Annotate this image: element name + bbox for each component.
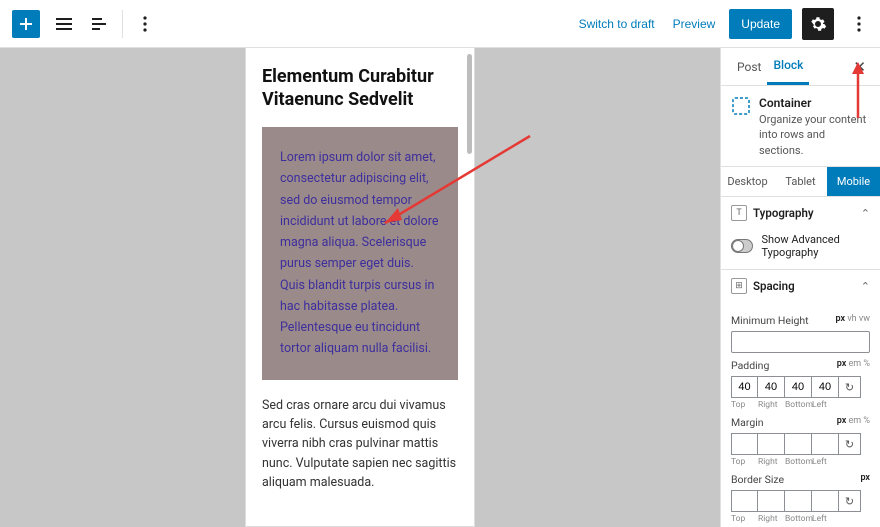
close-sidebar-button[interactable]: ✕ <box>849 54 870 80</box>
padding-left-input[interactable] <box>812 376 839 398</box>
advanced-typography-row: Show Advanced Typography <box>721 229 880 269</box>
lines-icon <box>55 17 73 31</box>
more-menu-button[interactable] <box>844 8 874 40</box>
margin-right-input[interactable] <box>758 433 785 455</box>
page-headline[interactable]: Elementum Curabitur Vitaenunc Sedvelit <box>262 66 458 111</box>
device-desktop[interactable]: Desktop <box>721 167 774 196</box>
padding-right-input[interactable] <box>758 376 785 398</box>
device-mobile[interactable]: Mobile <box>827 167 880 196</box>
padding-reset-button[interactable]: ↻ <box>839 376 861 398</box>
margin-inputs: ↻ <box>731 433 870 455</box>
gear-icon <box>809 15 827 33</box>
padding-label: Padding <box>731 359 769 372</box>
top-toolbar: Switch to draft Preview Update <box>0 0 880 48</box>
toolbar-right: Switch to draft Preview Update <box>575 8 874 40</box>
border-size-label: Border Size <box>731 473 784 486</box>
container-icon <box>731 96 751 116</box>
panel-typography-head[interactable]: T Typography ⌃ <box>721 197 880 229</box>
margin-bottom-input[interactable] <box>785 433 812 455</box>
block-header: Container Organize your content into row… <box>721 86 880 166</box>
device-tablet[interactable]: Tablet <box>774 167 827 196</box>
outline-button[interactable] <box>82 6 118 42</box>
margin-reset-button[interactable]: ↻ <box>839 433 861 455</box>
workspace: Elementum Curabitur Vitaenunc Sedvelit L… <box>0 48 880 527</box>
border-size-units[interactable]: px <box>860 473 870 486</box>
min-height-input[interactable] <box>731 331 870 353</box>
list-view-button[interactable] <box>46 6 82 42</box>
device-tabs: Desktop Tablet Mobile <box>721 166 880 197</box>
preview-button[interactable]: Preview <box>669 11 720 37</box>
panel-spacing-body: Minimum Height px vh vw Padding px em % … <box>721 302 880 527</box>
min-height-label: Minimum Height <box>731 314 809 327</box>
spacing-icon: ⊞ <box>731 278 747 294</box>
outline-icon <box>91 17 109 31</box>
container-text: Lorem ipsum dolor sit amet, consectetur … <box>280 147 440 360</box>
padding-bottom-input[interactable] <box>785 376 812 398</box>
block-name: Container <box>759 96 870 110</box>
typography-icon: T <box>731 205 747 221</box>
tab-block[interactable]: Block <box>767 48 809 85</box>
toolbar-left <box>6 6 163 42</box>
padding-top-input[interactable] <box>731 376 758 398</box>
sidebar-tabs: Post Block ✕ <box>721 48 880 86</box>
padding-inputs: ↻ <box>731 376 870 398</box>
mobile-preview[interactable]: Elementum Curabitur Vitaenunc Sedvelit L… <box>245 48 475 527</box>
min-height-units[interactable]: px vh vw <box>836 314 870 327</box>
advanced-typography-label: Show Advanced Typography <box>761 233 870 259</box>
plus-icon <box>18 16 34 32</box>
add-block-button[interactable] <box>12 10 40 38</box>
container-block[interactable]: Lorem ipsum dolor sit amet, consectetur … <box>262 127 458 380</box>
settings-sidebar: Post Block ✕ Container Organize your con… <box>720 48 880 527</box>
switch-draft-button[interactable]: Switch to draft <box>575 11 659 37</box>
more-tools-button[interactable] <box>127 6 163 42</box>
padding-units[interactable]: px em % <box>837 359 870 372</box>
separator <box>122 10 123 38</box>
settings-button[interactable] <box>802 8 834 40</box>
scrollbar-thumb[interactable] <box>467 54 472 154</box>
panel-typography: T Typography ⌃ Show Advanced Typography <box>721 197 880 270</box>
tab-post[interactable]: Post <box>731 50 767 84</box>
panel-typography-title: Typography <box>753 206 855 220</box>
border-top-input[interactable] <box>731 490 758 512</box>
chevron-up-icon: ⌃ <box>861 280 870 293</box>
chevron-up-icon: ⌃ <box>861 207 870 220</box>
panel-spacing: ⊞ Spacing ⌃ Minimum Height px vh vw Padd… <box>721 270 880 527</box>
canvas-area: Elementum Curabitur Vitaenunc Sedvelit L… <box>0 48 720 527</box>
margin-left-input[interactable] <box>812 433 839 455</box>
advanced-typography-toggle[interactable] <box>731 239 753 253</box>
margin-label: Margin <box>731 416 764 429</box>
canvas-content: Elementum Curabitur Vitaenunc Sedvelit L… <box>246 48 474 510</box>
block-description: Organize your content into rows and sect… <box>759 112 870 158</box>
border-right-input[interactable] <box>758 490 785 512</box>
panel-spacing-title: Spacing <box>753 279 855 293</box>
margin-top-input[interactable] <box>731 433 758 455</box>
margin-units[interactable]: px em % <box>837 416 870 429</box>
dots-vertical-icon <box>857 16 861 32</box>
panel-spacing-head[interactable]: ⊞ Spacing ⌃ <box>721 270 880 302</box>
border-reset-button[interactable]: ↻ <box>839 490 861 512</box>
dots-vertical-icon <box>143 16 147 32</box>
border-bottom-input[interactable] <box>785 490 812 512</box>
border-left-input[interactable] <box>812 490 839 512</box>
body-paragraph[interactable]: Sed cras ornare arcu dui vivamus arcu fe… <box>262 396 458 493</box>
update-button[interactable]: Update <box>729 9 792 39</box>
border-size-inputs: ↻ <box>731 490 870 512</box>
